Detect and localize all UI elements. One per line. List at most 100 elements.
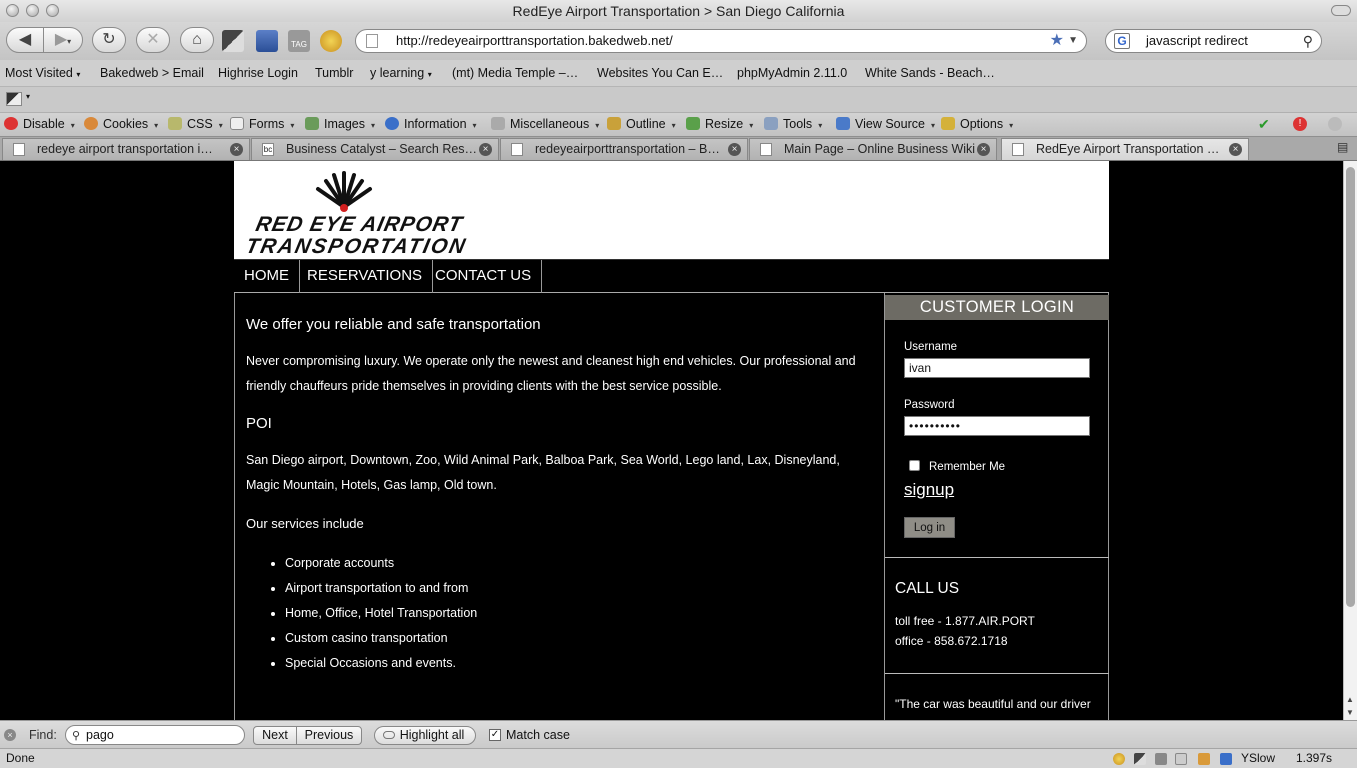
close-tab-icon[interactable]: × — [728, 143, 741, 156]
page-viewport: RED EYE AIRPORT TRANSPORTATION HOME RESE… — [0, 161, 1343, 720]
error-icon[interactable]: ! — [1293, 117, 1307, 131]
content-heading: We offer you reliable and safe transport… — [246, 316, 541, 333]
site-logo[interactable]: RED EYE AIRPORT TRANSPORTATION — [244, 171, 536, 258]
screen-grab-icon[interactable] — [222, 30, 244, 52]
scroll-down-icon[interactable]: ▼ — [1346, 708, 1354, 717]
tollfree-number: toll free - 1.877.AIR.PORT — [895, 614, 1035, 628]
tab[interactable]: redeye airport transportation i… × — [2, 138, 250, 160]
close-find-icon[interactable]: × — [4, 729, 16, 741]
close-tab-icon[interactable]: × — [479, 143, 492, 156]
bookmark-item[interactable]: phpMyAdmin 2.11.0 — [737, 66, 847, 80]
dev-css-menu[interactable]: CSS ▾ — [168, 117, 223, 131]
chevron-down-icon[interactable]: ▾ — [26, 92, 30, 101]
bookmark-item[interactable]: (mt) Media Temple –… — [452, 66, 578, 80]
logo-text-line2: TRANSPORTATION — [243, 235, 470, 258]
url-bar[interactable]: http://redeyeairporttransportation.baked… — [355, 29, 1087, 53]
extension-icon[interactable] — [6, 92, 22, 106]
site-container: RED EYE AIRPORT TRANSPORTATION HOME RESE… — [234, 161, 1109, 720]
dev-disable-menu[interactable]: Disable ▾ — [4, 117, 75, 131]
screen-status-icon[interactable] — [1134, 753, 1146, 765]
search-bar[interactable]: G javascript redirect ⚲ — [1105, 29, 1322, 53]
find-previous-button[interactable]: Previous — [296, 726, 362, 745]
tab[interactable]: bc Business Catalyst – Search Res… × — [251, 138, 499, 160]
bookmark-most-visited[interactable]: Most Visited ▾ — [5, 66, 80, 80]
back-arrow-icon: ◀ — [18, 31, 32, 48]
customer-login-title: CUSTOMER LOGIN — [885, 295, 1109, 320]
tab-list-icon[interactable]: ▤ — [1337, 140, 1353, 156]
password-field[interactable]: •••••••••• — [904, 416, 1090, 436]
username-field[interactable] — [904, 358, 1090, 378]
dev-outline-menu[interactable]: Outline ▾ — [607, 117, 676, 131]
bookmark-folder[interactable]: y learning ▾ — [370, 66, 432, 80]
bookmark-item[interactable]: White Sands - Beach… — [865, 66, 995, 80]
search-input[interactable]: javascript redirect — [1146, 33, 1248, 48]
bookmark-item[interactable]: Websites You Can E… — [597, 66, 723, 80]
find-next-button[interactable]: Next — [253, 726, 297, 745]
nav-home[interactable]: HOME — [234, 260, 300, 293]
dev-options-menu[interactable]: Options ▾ — [941, 117, 1013, 131]
tools-status-icon[interactable] — [1198, 753, 1210, 765]
bookmark-tool-icon[interactable] — [256, 30, 278, 52]
dev-information-menu[interactable]: Information ▾ — [385, 117, 477, 131]
site-header: RED EYE AIRPORT TRANSPORTATION — [234, 161, 1109, 259]
nav-reservations[interactable]: RESERVATIONS — [297, 260, 434, 293]
divider — [885, 673, 1109, 674]
status-bar: Done YSlow 1.397s — [0, 748, 1357, 768]
yslow-icon[interactable] — [1220, 753, 1232, 765]
close-window-button[interactable] — [6, 4, 19, 17]
dev-view-source-menu[interactable]: View Source ▾ — [836, 117, 935, 131]
information-icon — [385, 117, 399, 130]
forward-button[interactable]: ▶▾ — [43, 27, 83, 53]
highlight-all-button[interactable]: Highlight all — [374, 726, 476, 745]
page-scrollbar[interactable]: ▲ ▼ — [1343, 161, 1357, 720]
url-dropdown-icon[interactable]: ▼ — [1068, 30, 1078, 52]
dev-cookies-menu[interactable]: Cookies ▾ — [84, 117, 158, 131]
bookmark-item[interactable]: Tumblr — [315, 66, 353, 80]
dev-miscellaneous-menu[interactable]: Miscellaneous ▾ — [491, 117, 599, 131]
miscellaneous-icon — [491, 117, 505, 130]
dev-images-menu[interactable]: Images ▾ — [305, 117, 375, 131]
dev-tools-menu[interactable]: Tools ▾ — [764, 117, 822, 131]
search-icon[interactable]: ⚲ — [1303, 30, 1313, 52]
check-icon[interactable]: ✔ — [1258, 116, 1270, 133]
tab[interactable]: redeyeairporttransportation – B… × — [500, 138, 748, 160]
dev-resize-menu[interactable]: Resize ▾ — [686, 117, 753, 131]
match-case-checkbox[interactable]: ✓ — [489, 729, 501, 741]
toolbar-toggle-button[interactable] — [1331, 5, 1351, 16]
status-circle-icon[interactable] — [1328, 117, 1342, 131]
list-item: Custom casino transportation — [285, 626, 477, 651]
office-number: office - 858.672.1718 — [895, 634, 1008, 648]
close-tab-icon[interactable]: × — [977, 143, 990, 156]
grid-status-icon[interactable] — [1155, 753, 1167, 765]
greasemonkey-icon[interactable] — [320, 30, 342, 52]
tag-icon[interactable]: TAG — [288, 30, 310, 52]
login-button[interactable]: Log in — [904, 517, 955, 538]
scroll-up-icon[interactable]: ▲ — [1346, 695, 1354, 704]
bookmark-star-icon[interactable]: ★ — [1050, 30, 1064, 52]
find-input[interactable]: ⚲ pago — [65, 725, 245, 745]
tab-active[interactable]: RedEye Airport Transportation … × — [1001, 138, 1249, 160]
list-item: Special Occasions and events. — [285, 651, 477, 676]
minimize-window-button[interactable] — [26, 4, 39, 17]
close-tab-icon[interactable]: × — [230, 143, 243, 156]
find-label: Find: — [29, 728, 57, 742]
stop-button[interactable]: ✕ — [136, 27, 170, 53]
yslow-label[interactable]: YSlow — [1241, 749, 1275, 768]
bookmark-item[interactable]: Bakedweb > Email — [100, 66, 204, 80]
reload-button[interactable]: ↻ — [92, 27, 126, 53]
remember-me-checkbox[interactable] — [909, 460, 920, 471]
back-button[interactable]: ◀ — [6, 27, 44, 53]
scrollbar-thumb[interactable] — [1346, 167, 1355, 607]
zoom-window-button[interactable] — [46, 4, 59, 17]
tab[interactable]: Main Page – Online Business Wiki × — [749, 138, 997, 160]
mail-status-icon[interactable] — [1175, 753, 1187, 765]
search-engine-icon[interactable]: G — [1114, 33, 1130, 49]
logo-rays-icon — [316, 171, 372, 212]
signup-link[interactable]: signup — [904, 480, 954, 500]
dev-forms-menu[interactable]: Forms ▾ — [230, 117, 294, 131]
greasemonkey-status-icon[interactable] — [1113, 753, 1125, 765]
home-button[interactable]: ⌂ — [180, 27, 214, 53]
close-tab-icon[interactable]: × — [1229, 143, 1242, 156]
bookmark-item[interactable]: Highrise Login — [218, 66, 298, 80]
nav-contact-us[interactable]: CONTACT US — [425, 260, 543, 293]
